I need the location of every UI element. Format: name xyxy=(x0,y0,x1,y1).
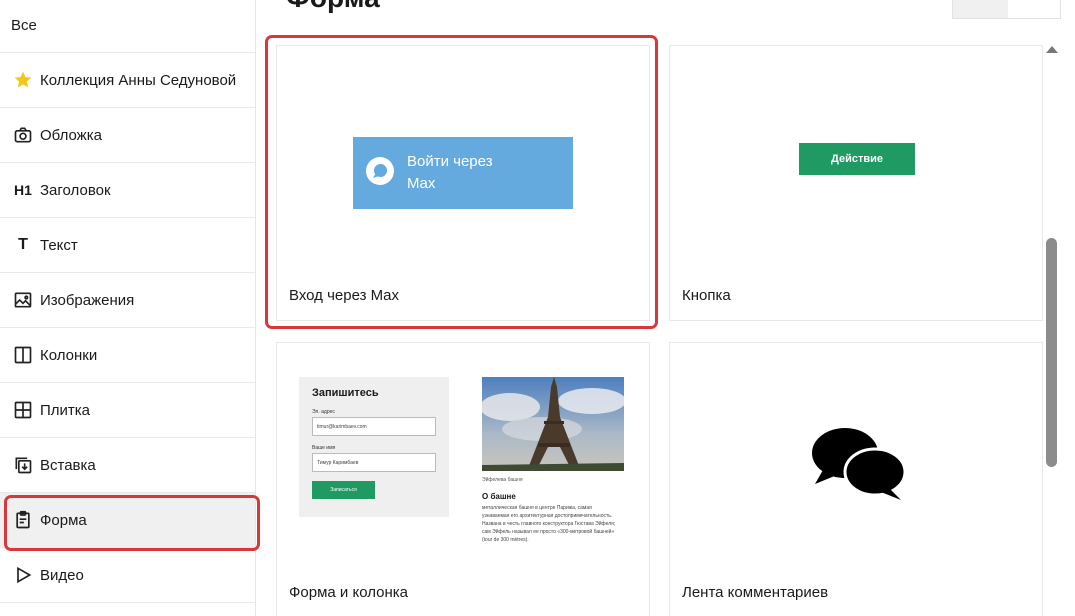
sidebar-item-label: Вставка xyxy=(40,456,96,474)
card-label: Лента комментариев xyxy=(682,584,829,601)
sidebar-item-label: Заголовок xyxy=(40,181,111,199)
grid-icon xyxy=(12,399,34,421)
scroll-up-arrow-icon[interactable] xyxy=(1046,46,1058,53)
sidebar-item-video[interactable]: Видео xyxy=(0,548,255,603)
sidebar-item-label: Обложка xyxy=(40,126,102,144)
block-card-button[interactable]: Действие Кнопка xyxy=(669,45,1043,321)
about-title: О башне xyxy=(482,492,516,501)
sidebar-item-text[interactable]: T Текст xyxy=(0,218,255,273)
form-preview-name-label: Ваше имя xyxy=(312,445,336,451)
sidebar-item-all[interactable]: Все xyxy=(0,0,255,53)
star-icon xyxy=(12,69,34,91)
form-preview-submit: Записаться xyxy=(312,481,375,499)
scrollbar-thumb[interactable] xyxy=(1046,238,1057,467)
sidebar-item-label: Все xyxy=(11,16,37,34)
form-preview-title: Запишитесь xyxy=(312,387,379,399)
camera-icon xyxy=(12,124,34,146)
action-preview-button: Действие xyxy=(799,143,915,175)
view-toggle-segment[interactable] xyxy=(953,0,1008,18)
sidebar-item-columns[interactable]: Колонки xyxy=(0,328,255,383)
sidebar-item-label: Форма xyxy=(40,511,87,529)
sidebar-item-label: Плитка xyxy=(40,401,91,419)
view-toggle[interactable] xyxy=(952,0,1061,19)
max-logo-icon xyxy=(365,156,395,191)
column-preview: Эйфелева башня О башне металлическая баш… xyxy=(480,377,626,544)
eiffel-tower-photo xyxy=(480,377,626,471)
sidebar-item-cover[interactable]: Обложка xyxy=(0,108,255,163)
card-label: Кнопка xyxy=(682,287,731,304)
form-preview-name-field: Тимур Каримбаев xyxy=(312,453,436,472)
columns-icon xyxy=(12,344,34,366)
sidebar-item-label: Коллекция Анны Седуновой xyxy=(40,71,237,89)
text-icon: T xyxy=(18,236,28,253)
sidebar-item-images[interactable]: Изображения xyxy=(0,273,255,328)
sidebar-item-label: Видео xyxy=(40,566,84,584)
sidebar-item-label: Колонки xyxy=(40,346,98,364)
sidebar-item-tiles[interactable]: Плитка xyxy=(0,383,255,438)
sidebar-item-heading[interactable]: H1 Заголовок xyxy=(0,163,255,218)
comments-bubbles-icon xyxy=(809,426,907,507)
main-panel: Форма Войти через Max Вход через Max Дей… xyxy=(256,0,1075,616)
max-button-text-line2: Max xyxy=(407,175,436,192)
sidebar-item-collection[interactable]: Коллекция Анны Седуновой xyxy=(0,53,255,108)
form-preview: Запишитесь Эл. адрес timur@karimbaev.com… xyxy=(299,377,449,517)
max-button-text-line1: Войти через xyxy=(407,153,493,170)
sidebar-item-label: Текст xyxy=(40,236,78,254)
about-text: металлическая башня в центре Парижа, сам… xyxy=(482,505,616,543)
block-card-max-login[interactable]: Войти через Max Вход через Max xyxy=(276,45,650,321)
sidebar-item-form[interactable]: Форма xyxy=(0,493,255,548)
sidebar: Все Коллекция Анны Седуновой Обложка H1 … xyxy=(0,0,256,616)
sidebar-item-label: Изображения xyxy=(40,291,135,309)
heading-h1-icon: H1 xyxy=(14,182,32,198)
max-login-preview-button: Войти через Max xyxy=(353,137,573,209)
form-preview-email-label: Эл. адрес xyxy=(312,409,335,415)
embed-icon xyxy=(12,454,34,476)
play-icon xyxy=(12,564,34,586)
photo-caption: Эйфелева башня xyxy=(482,477,523,483)
card-label: Вход через Max xyxy=(289,287,399,304)
card-label: Форма и колонка xyxy=(289,584,408,601)
block-card-form-column[interactable]: Запишитесь Эл. адрес timur@karimbaev.com… xyxy=(276,342,650,616)
image-icon xyxy=(12,289,34,311)
block-card-comments[interactable]: Лента комментариев xyxy=(669,342,1043,616)
form-preview-email-field: timur@karimbaev.com xyxy=(312,417,436,436)
sidebar-item-embed[interactable]: Вставка xyxy=(0,438,255,493)
form-clipboard-icon xyxy=(12,509,34,531)
page-title: Форма xyxy=(286,0,380,14)
